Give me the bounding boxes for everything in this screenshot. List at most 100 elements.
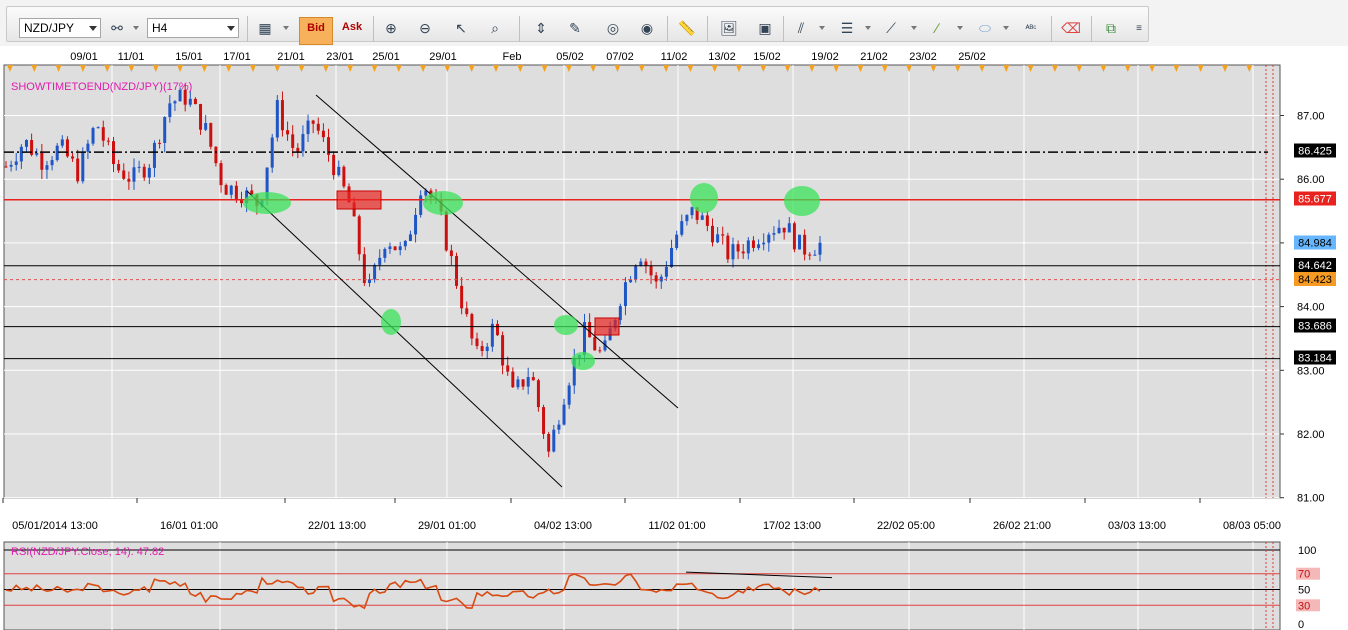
bottom-date-label: 08/03 05:00: [1223, 520, 1281, 532]
lines-icon[interactable]: ☰: [835, 17, 859, 39]
candle-body: [639, 261, 643, 266]
top-date-label: Feb: [503, 51, 522, 63]
chevron-down-icon[interactable]: [89, 26, 97, 31]
ask-label: Ask: [341, 21, 363, 33]
candle-body: [332, 154, 336, 176]
toolbar: NZD/JPY ⚯ H4 ▦ Bid Ask ⊕ ⊖ ↖ ⌕ ⇕ ✎ ◎ ◉ 📏: [0, 0, 1348, 46]
candle-body: [557, 424, 561, 430]
eraser-icon[interactable]: ⌫: [1059, 17, 1083, 39]
highlight-ellipse: [571, 352, 595, 370]
candle-body: [337, 166, 341, 176]
chevron-down-icon[interactable]: [957, 26, 963, 30]
candle-body: [746, 240, 750, 254]
chevron-down-icon[interactable]: [865, 26, 871, 30]
chevron-down-icon[interactable]: [911, 26, 917, 30]
candle-body: [60, 139, 64, 146]
bid-label: Bid: [307, 22, 325, 34]
candle-body: [818, 242, 822, 255]
more-icon[interactable]: ≡: [1131, 17, 1147, 39]
rsi-level-tag: 30: [1298, 600, 1310, 612]
candle-body: [675, 234, 679, 248]
chevron-down-icon[interactable]: [1003, 26, 1009, 30]
price-tag-label: 83.184: [1298, 353, 1332, 365]
price-chart[interactable]: 87.0086.0085.0084.0083.0082.0081.0009/01…: [0, 46, 1348, 538]
candle-body: [516, 379, 520, 388]
candle-body: [147, 167, 151, 178]
top-date-label: 23/01: [326, 51, 354, 63]
candle-body: [152, 142, 156, 168]
candle-body: [137, 166, 141, 168]
candle-body: [792, 223, 796, 250]
screenshot-icon[interactable]: ▣: [753, 17, 777, 39]
candle-body: [644, 261, 648, 266]
chevron-down-icon[interactable]: [819, 26, 825, 30]
price-tag-label: 84.642: [1298, 260, 1332, 272]
candle-body: [91, 128, 95, 144]
candle-body: [726, 235, 730, 260]
candle-body: [685, 215, 689, 222]
symbol-select[interactable]: NZD/JPY: [19, 18, 101, 38]
chevron-down-icon[interactable]: [227, 26, 235, 31]
bar-chart-icon[interactable]: ▦: [253, 17, 277, 39]
chevron-down-icon[interactable]: [283, 26, 289, 30]
candle-body: [495, 323, 499, 336]
ellipse-icon[interactable]: ⬭: [973, 17, 997, 39]
link-icon[interactable]: ⚯: [105, 17, 129, 39]
picture-icon[interactable]: 🖼: [717, 17, 741, 39]
fork-icon[interactable]: ⫽: [789, 17, 813, 39]
zoom-out-icon[interactable]: ⊖: [413, 17, 437, 39]
layers-icon[interactable]: ⧉: [1099, 17, 1123, 39]
candle-body: [547, 433, 551, 452]
candle-body: [664, 266, 668, 277]
candle-body: [383, 249, 387, 258]
text-abc-icon[interactable]: ᴬᴮᶜ: [1019, 17, 1043, 39]
ruler-icon[interactable]: 📏: [675, 17, 699, 39]
rsi-level-tag: 70: [1298, 569, 1310, 581]
bid-button[interactable]: Bid: [299, 17, 333, 45]
zoom-area-icon[interactable]: ⌕: [483, 17, 507, 39]
candle-body: [9, 164, 13, 167]
globe-icon[interactable]: ◉: [635, 17, 659, 39]
candle-body: [96, 127, 100, 129]
plot-area: [3, 64, 1281, 499]
candle-body: [373, 264, 377, 280]
top-date-label: 09/01: [70, 51, 98, 63]
ask-button[interactable]: Ask: [335, 17, 369, 45]
bottom-date-label: 04/02 13:00: [534, 520, 592, 532]
candle-body: [649, 265, 653, 276]
candle-body: [798, 234, 802, 250]
candle-body: [521, 379, 525, 387]
edit-icon[interactable]: ✎: [563, 17, 587, 39]
candle-body: [506, 365, 510, 372]
candle-body: [168, 103, 172, 118]
eye-icon[interactable]: ◎: [601, 17, 625, 39]
candle-body: [634, 265, 638, 280]
candle-body: [291, 134, 295, 148]
fan-icon[interactable]: ⟋: [879, 17, 903, 39]
rsi-chart[interactable]: RSI(NZD/JPY.Close, 14): 47.82 100 70 50 30 0: [0, 538, 1348, 630]
ask-price-line-icon: [335, 34, 369, 40]
candle-body: [659, 276, 663, 282]
rsi-level-tag: 50: [1298, 585, 1310, 597]
top-date-label: 11/01: [118, 51, 145, 63]
candle-body: [81, 151, 85, 182]
top-date-label: 15/01: [175, 51, 203, 63]
candle-body: [158, 142, 162, 144]
supply-zone-box: [336, 190, 382, 210]
candle-body: [531, 377, 535, 381]
candle-body: [311, 120, 315, 124]
candle-body: [35, 152, 39, 155]
candle-body: [542, 407, 546, 434]
bottom-date-label: 22/01 13:00: [308, 520, 366, 532]
cursor-icon[interactable]: ↖: [449, 17, 473, 39]
candle-body: [209, 123, 213, 147]
price-tag: 84.984: [1294, 235, 1336, 250]
candle-body: [229, 185, 233, 195]
pencil-line-icon[interactable]: ∕: [925, 17, 949, 39]
timeframe-select[interactable]: H4: [147, 18, 239, 38]
price-tag-label: 84.423: [1298, 274, 1332, 286]
chevron-down-icon[interactable]: [133, 26, 139, 30]
zoom-in-icon[interactable]: ⊕: [379, 17, 403, 39]
candle-body: [690, 207, 694, 216]
fit-icon[interactable]: ⇕: [529, 17, 553, 39]
